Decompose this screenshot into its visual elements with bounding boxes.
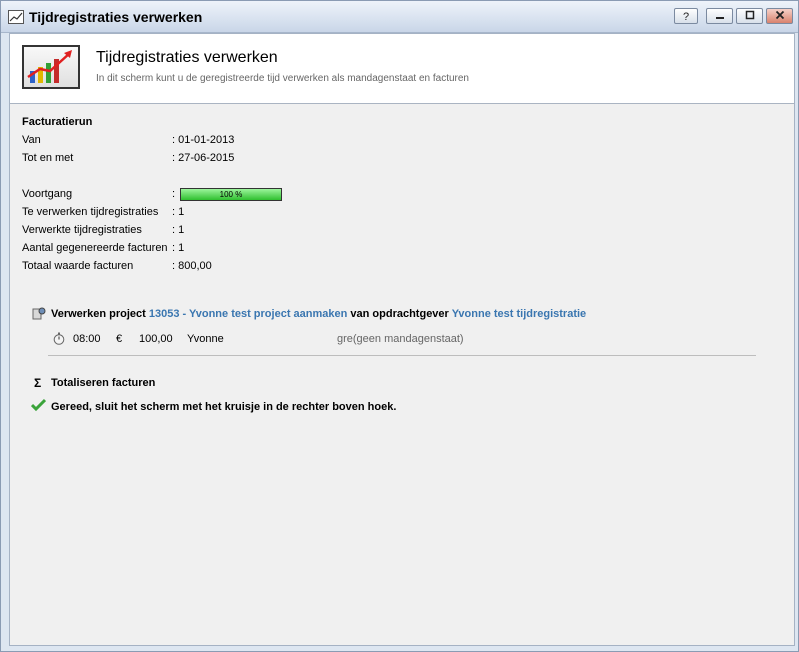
tot-label: Tot en met xyxy=(22,152,74,164)
content-panel: Tijdregistraties verwerken In dit scherm… xyxy=(9,33,795,646)
client-link[interactable]: Yvonne test tijdregistratie xyxy=(452,308,586,320)
project-prefix: Verwerken project xyxy=(51,308,146,320)
main-window: Tijdregistraties verwerken ? Tijdregistr… xyxy=(0,0,799,652)
facturen-value: : 1 xyxy=(172,242,185,254)
page-subtitle: In dit scherm kunt u de geregistreerde t… xyxy=(96,73,469,84)
entry-amount: 100,00 xyxy=(139,333,173,345)
van-value: : 01-01-2013 xyxy=(172,134,235,146)
title-bar[interactable]: Tijdregistraties verwerken ? xyxy=(1,1,798,33)
verwerkte-value: : 1 xyxy=(172,224,185,236)
minimize-button[interactable] xyxy=(706,8,733,24)
entry-name: Yvonne xyxy=(187,333,224,345)
te-verwerken-value: : 1 xyxy=(172,206,185,218)
stopwatch-icon xyxy=(53,332,65,348)
checkmark-icon xyxy=(30,398,47,415)
voortgang-label: Voortgang xyxy=(22,188,73,200)
help-button[interactable]: ? xyxy=(674,8,698,24)
window-title: Tijdregistraties verwerken xyxy=(29,9,203,25)
done-message: Gereed, sluit het scherm met het kruisje… xyxy=(51,401,397,413)
facturatierun-heading: Facturatierun xyxy=(22,116,93,128)
entry-note: gre(geen mandagenstaat) xyxy=(337,333,464,345)
entry-currency: € xyxy=(116,333,123,345)
project-middle: van opdrachtgever xyxy=(350,308,449,320)
entry-time: 08:00 xyxy=(73,333,101,345)
progress-bar: 100 % xyxy=(180,188,282,201)
totaal-value: : 800,00 xyxy=(172,260,212,272)
sigma-icon: Σ xyxy=(34,376,42,390)
project-line: Verwerken project 13053 - Yvonne test pr… xyxy=(51,308,586,320)
page-title: Tijdregistraties verwerken xyxy=(96,49,278,66)
app-chart-icon[interactable] xyxy=(8,10,24,24)
totaliseren-label: Totaliseren facturen xyxy=(51,377,156,389)
project-icon xyxy=(32,306,46,323)
voortgang-colon: : xyxy=(172,188,176,200)
tot-value: : 27-06-2015 xyxy=(172,152,235,164)
chart-growth-icon xyxy=(22,45,80,89)
divider xyxy=(48,355,756,356)
totaal-label: Totaal waarde facturen xyxy=(22,260,134,272)
screen-header: Tijdregistraties verwerken In dit scherm… xyxy=(10,34,794,104)
facturen-label: Aantal gegenereerde facturen xyxy=(22,242,168,254)
close-button[interactable] xyxy=(766,8,793,24)
maximize-button[interactable] xyxy=(736,8,763,24)
van-label: Van xyxy=(22,134,41,146)
project-link[interactable]: 13053 - Yvonne test project aanmaken xyxy=(149,308,348,320)
verwerkte-label: Verwerkte tijdregistraties xyxy=(22,224,142,236)
te-verwerken-label: Te verwerken tijdregistraties xyxy=(22,206,159,218)
